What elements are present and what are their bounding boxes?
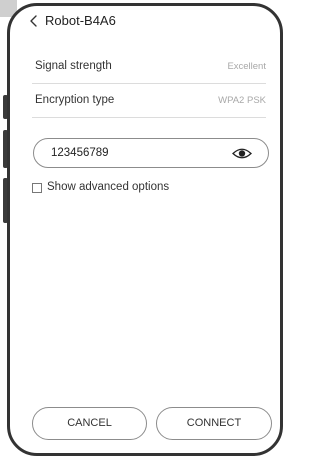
phone-frame: Robot-B4A6 Signal strength Excellent Enc… bbox=[7, 3, 283, 456]
advanced-options-label: Show advanced options bbox=[47, 181, 170, 193]
title-bar: Robot-B4A6 bbox=[10, 6, 280, 36]
password-value: 123456789 bbox=[51, 147, 109, 159]
eye-icon[interactable] bbox=[232, 147, 252, 160]
signal-strength-value: Excellent bbox=[227, 61, 266, 72]
signal-strength-row: Signal strength Excellent bbox=[32, 52, 266, 82]
page-title: Robot-B4A6 bbox=[45, 13, 116, 28]
divider bbox=[32, 83, 266, 84]
encryption-type-row: Encryption type WPA2 PSK bbox=[32, 86, 266, 116]
back-arrow-icon[interactable] bbox=[27, 13, 41, 29]
connect-button[interactable]: CONNECT bbox=[156, 407, 272, 440]
advanced-options-checkbox[interactable] bbox=[32, 183, 42, 193]
signal-strength-label: Signal strength bbox=[35, 60, 112, 72]
encryption-type-label: Encryption type bbox=[35, 94, 115, 106]
encryption-type-value: WPA2 PSK bbox=[218, 95, 266, 106]
cancel-button[interactable]: CANCEL bbox=[32, 407, 147, 440]
divider bbox=[32, 117, 266, 118]
password-input[interactable]: 123456789 bbox=[33, 138, 269, 168]
